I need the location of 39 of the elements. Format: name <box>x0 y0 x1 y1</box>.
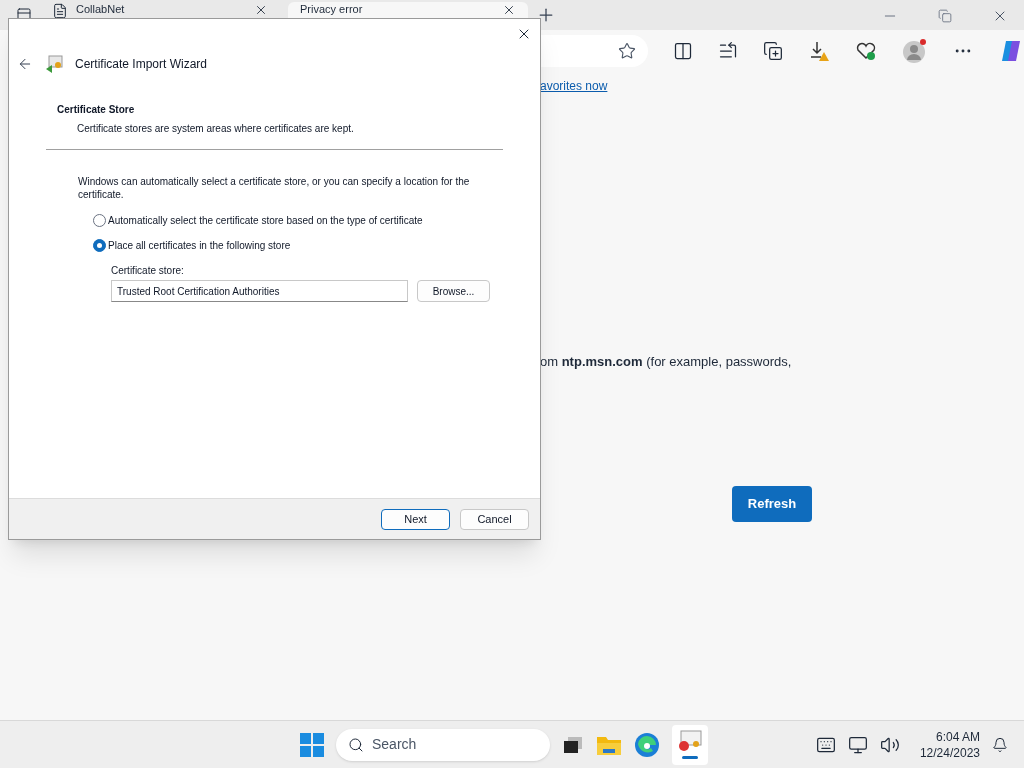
active-indicator <box>682 756 698 759</box>
tab-title: CollabNet <box>76 3 126 16</box>
health-icon[interactable] <box>855 40 877 62</box>
restore-icon[interactable] <box>938 9 952 23</box>
dialog-button[interactable]: Cancel <box>460 508 529 530</box>
radio-button[interactable] <box>93 239 106 252</box>
dialog-title: Certificate Import Wizard <box>75 56 208 73</box>
clock-date[interactable]: 12/24/2023 <box>919 744 980 761</box>
store-label: Certificate store: <box>111 264 185 278</box>
store-field[interactable]: Trusted Root Certification Authorities <box>111 280 408 302</box>
search-icon <box>348 736 364 753</box>
profile-avatar-icon[interactable] <box>902 38 928 64</box>
refresh-button[interactable]: Refresh <box>732 485 812 522</box>
taskbar-app-button[interactable] <box>672 724 708 765</box>
section-heading: Certificate Store <box>57 103 136 117</box>
section-subheading: Certificate stores are system areas where certificates are kept. <box>76 122 355 136</box>
browser-tab[interactable]: CollabNet <box>40 2 280 28</box>
notification-icon[interactable] <box>992 736 1008 753</box>
radio-option[interactable]: Place all certificates in the following store <box>93 238 500 253</box>
close-icon[interactable] <box>502 3 516 17</box>
task-view-icon[interactable] <box>562 734 584 755</box>
start-icon[interactable] <box>300 732 324 757</box>
radio-button[interactable] <box>93 214 106 227</box>
favorites-link[interactable]: avorites now <box>540 77 608 95</box>
page-icon <box>52 3 68 19</box>
certificate-wizard-icon <box>45 55 63 73</box>
error-description: om ntp.msn.com (for example, passwords, <box>540 353 792 371</box>
collections-icon[interactable] <box>763 41 783 61</box>
radio-option[interactable]: Automatically select the certificate store based on the type of certificate <box>93 213 500 228</box>
clock-time[interactable]: 6:04 AM <box>935 728 980 745</box>
close-icon[interactable] <box>254 3 268 17</box>
tab-title: Privacy error <box>300 3 364 16</box>
split-screen-icon[interactable] <box>673 41 693 61</box>
favorite-star-icon[interactable] <box>618 42 636 60</box>
search-field[interactable]: Search <box>336 728 550 761</box>
download-warning-icon[interactable] <box>808 40 830 62</box>
description-text: Windows can automatically select a certificate store, or you can specify a location for the certificate. <box>78 175 471 201</box>
browse-button[interactable]: Browse... <box>417 280 490 302</box>
dialog-button[interactable]: Next <box>381 508 450 530</box>
